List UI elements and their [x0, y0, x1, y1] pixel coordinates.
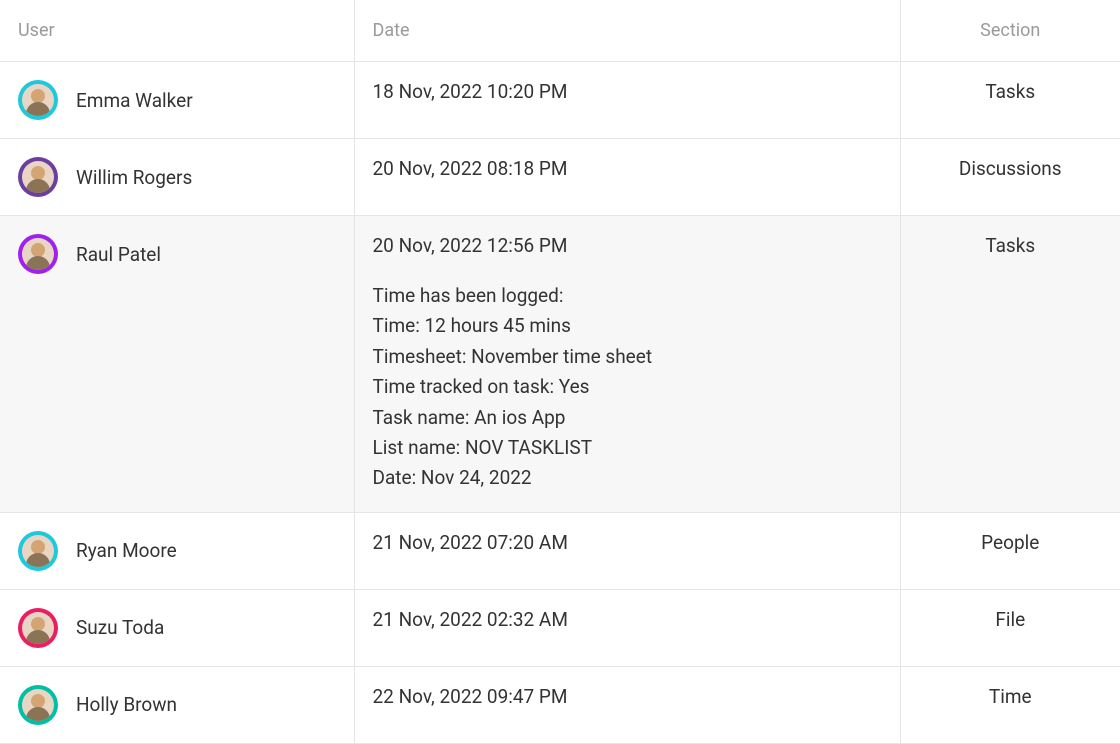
user-name: Suzu Toda	[76, 616, 164, 639]
detail-line: Timesheet: November time sheet	[373, 342, 882, 372]
detail-line: List name: NOV TASKLIST	[373, 433, 882, 463]
date-cell: 22 Nov, 2022 09:47 PM	[354, 666, 900, 743]
detail-line: Time tracked on task: Yes	[373, 372, 882, 402]
header-user[interactable]: User	[0, 0, 354, 62]
detail-line: Task name: An ios App	[373, 403, 882, 433]
table-header-row: User Date Section	[0, 0, 1120, 62]
table-row[interactable]: Willim Rogers 20 Nov, 2022 08:18 PM Discus…	[0, 139, 1120, 216]
table-row[interactable]: Holly Brown 22 Nov, 2022 09:47 PM Time	[0, 666, 1120, 743]
date-text: 21 Nov, 2022 07:20 AM	[373, 531, 882, 554]
header-section[interactable]: Section	[900, 0, 1120, 62]
user-cell: Raul Patel	[0, 216, 354, 513]
table-row[interactable]: Raul Patel 20 Nov, 2022 12:56 PM Time has …	[0, 216, 1120, 513]
avatar[interactable]	[18, 531, 58, 571]
date-cell: 21 Nov, 2022 07:20 AM	[354, 512, 900, 589]
user-name: Willim Rogers	[76, 166, 192, 189]
user-cell: Ryan Moore	[0, 512, 354, 589]
date-cell: 18 Nov, 2022 10:20 PM	[354, 62, 900, 139]
section-cell: People	[900, 512, 1120, 589]
section-label: Tasks	[985, 80, 1035, 103]
avatar[interactable]	[18, 685, 58, 725]
activity-log-table: User Date Section Emma Walker 18 Nov, 202…	[0, 0, 1120, 744]
date-cell: 20 Nov, 2022 12:56 PM Time has been logge…	[354, 216, 900, 513]
detail-line: Date: Nov 24, 2022	[373, 463, 882, 493]
section-cell: Time	[900, 666, 1120, 743]
section-cell: Tasks	[900, 216, 1120, 513]
date-text: 22 Nov, 2022 09:47 PM	[373, 685, 882, 708]
table-row[interactable]: Ryan Moore 21 Nov, 2022 07:20 AM People	[0, 512, 1120, 589]
section-cell: Discussions	[900, 139, 1120, 216]
section-label: Tasks	[985, 234, 1035, 257]
date-text: 21 Nov, 2022 02:32 AM	[373, 608, 882, 631]
section-cell: File	[900, 589, 1120, 666]
avatar[interactable]	[18, 157, 58, 197]
avatar[interactable]	[18, 234, 58, 274]
date-cell: 20 Nov, 2022 08:18 PM	[354, 139, 900, 216]
section-label: Discussions	[959, 157, 1062, 180]
user-name: Raul Patel	[76, 243, 161, 266]
log-details: Time has been logged:Time: 12 hours 45 m…	[373, 281, 882, 494]
detail-line: Time: 12 hours 45 mins	[373, 311, 882, 341]
detail-line: Time has been logged:	[373, 281, 882, 311]
user-name: Holly Brown	[76, 693, 177, 716]
user-cell: Holly Brown	[0, 666, 354, 743]
section-cell: Tasks	[900, 62, 1120, 139]
date-text: 20 Nov, 2022 08:18 PM	[373, 157, 882, 180]
section-label: File	[995, 608, 1025, 631]
avatar[interactable]	[18, 608, 58, 648]
header-date[interactable]: Date	[354, 0, 900, 62]
user-name: Ryan Moore	[76, 539, 177, 562]
date-cell: 21 Nov, 2022 02:32 AM	[354, 589, 900, 666]
section-label: Time	[989, 685, 1032, 708]
section-label: People	[981, 531, 1039, 554]
user-cell: Suzu Toda	[0, 589, 354, 666]
avatar[interactable]	[18, 80, 58, 120]
date-text: 20 Nov, 2022 12:56 PM	[373, 234, 882, 257]
user-name: Emma Walker	[76, 89, 193, 112]
date-text: 18 Nov, 2022 10:20 PM	[373, 80, 882, 103]
user-cell: Willim Rogers	[0, 139, 354, 216]
user-cell: Emma Walker	[0, 62, 354, 139]
table-row[interactable]: Emma Walker 18 Nov, 2022 10:20 PM Tasks	[0, 62, 1120, 139]
table-row[interactable]: Suzu Toda 21 Nov, 2022 02:32 AM File	[0, 589, 1120, 666]
